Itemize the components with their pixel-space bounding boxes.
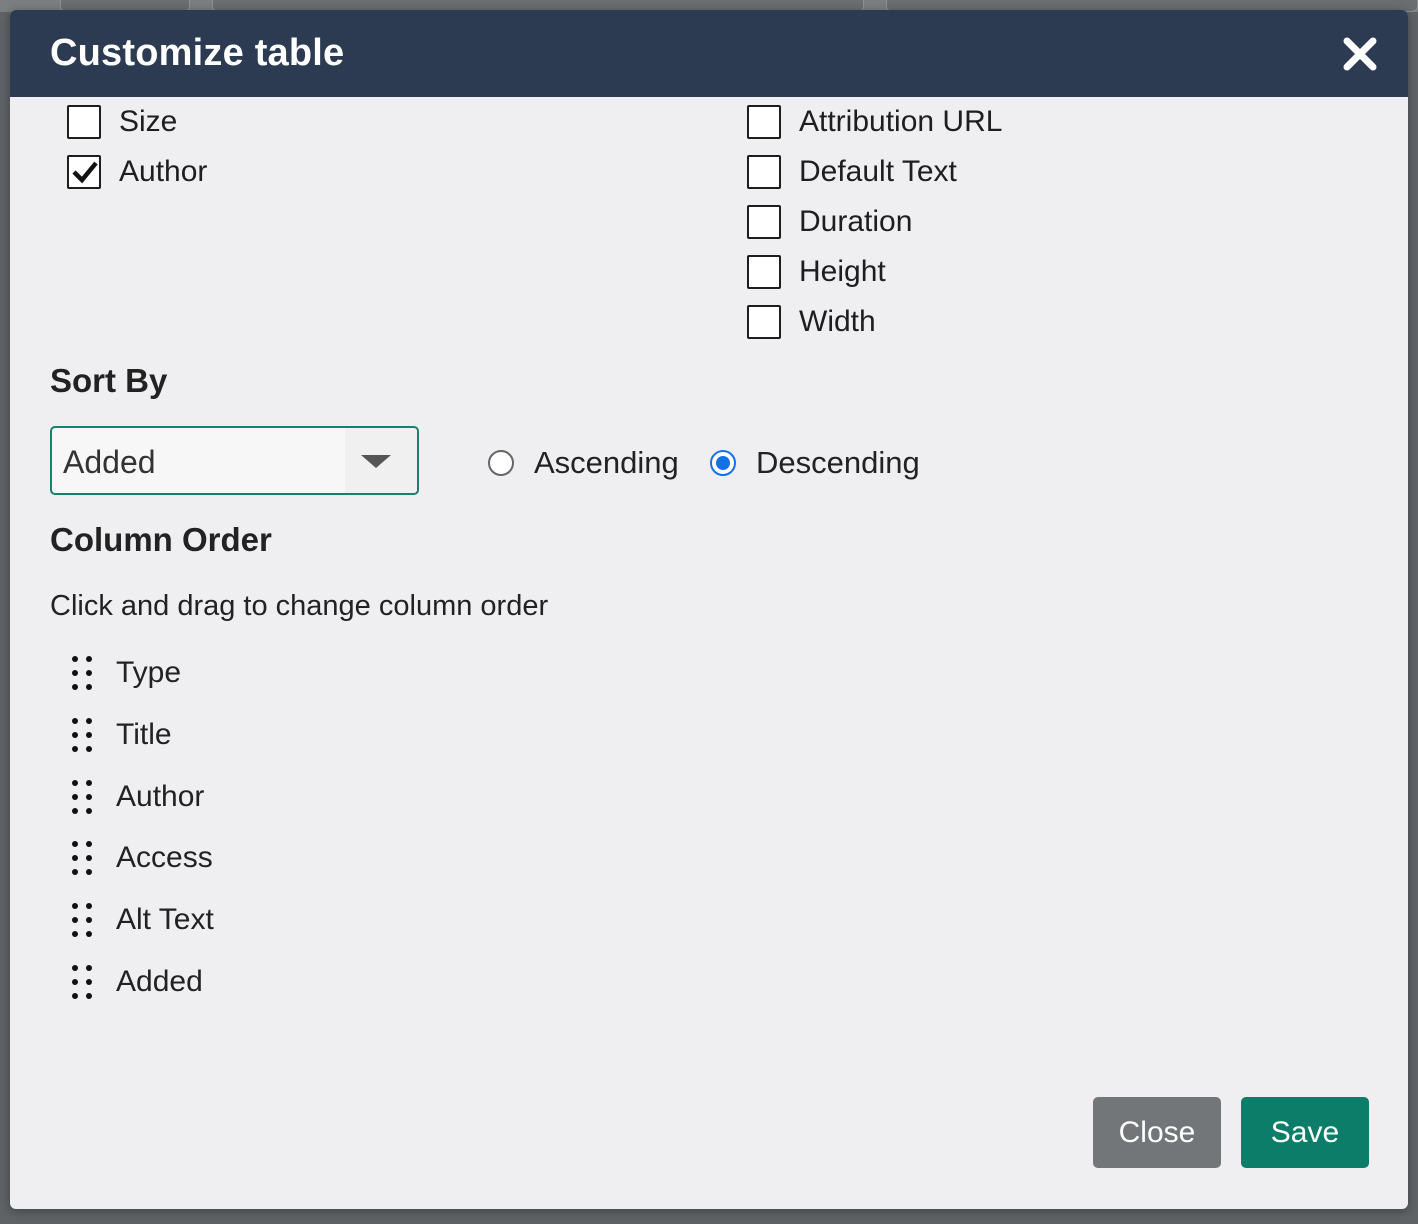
column-name: Added: [116, 965, 203, 998]
radio-label: Descending: [756, 445, 920, 480]
checkbox-label: Attribution URL: [799, 105, 1003, 138]
checkbox[interactable]: [747, 305, 781, 339]
save-button[interactable]: Save: [1241, 1097, 1369, 1168]
sort-descending-option[interactable]: Descending: [710, 443, 920, 483]
column-checkbox-height[interactable]: Height: [747, 252, 886, 292]
dropdown-button[interactable]: [345, 428, 417, 493]
sort-by-heading: Sort By: [50, 362, 168, 399]
column-checkbox-size[interactable]: Size: [67, 102, 177, 142]
checkbox-label: Duration: [799, 205, 913, 238]
checkbox-label: Default Text: [799, 155, 957, 188]
column-checkbox-default-text[interactable]: Default Text: [747, 152, 957, 192]
drag-handle-icon[interactable]: [70, 838, 96, 878]
customize-table-dialog: Customize table Size Author Attribution …: [10, 10, 1408, 1209]
draggable-column-item[interactable]: Title: [70, 711, 172, 759]
column-checkbox-attribution-url[interactable]: Attribution URL: [747, 102, 1002, 142]
checkbox-label: Width: [799, 305, 876, 338]
column-checkbox-width[interactable]: Width: [747, 302, 876, 342]
column-name: Author: [116, 780, 205, 813]
drag-handle-icon[interactable]: [70, 653, 96, 693]
draggable-column-item[interactable]: Alt Text: [70, 896, 214, 944]
sort-by-select[interactable]: Added: [50, 426, 419, 495]
radio-descending-selected[interactable]: [710, 450, 736, 476]
sort-by-selected-value: Added: [63, 444, 156, 480]
draggable-column-item[interactable]: Added: [70, 958, 203, 1006]
column-checkbox-duration[interactable]: Duration: [747, 202, 912, 242]
checkbox[interactable]: [747, 255, 781, 289]
checkbox[interactable]: [67, 105, 101, 139]
checkbox[interactable]: [747, 205, 781, 239]
column-name: Title: [116, 718, 172, 751]
draggable-column-item[interactable]: Access: [70, 834, 213, 882]
close-icon[interactable]: [1340, 34, 1380, 74]
checkbox-label: Size: [119, 105, 178, 138]
drag-handle-icon[interactable]: [70, 777, 96, 817]
checkbox-label: Height: [799, 255, 886, 288]
radio-label: Ascending: [534, 445, 679, 480]
drag-handle-icon[interactable]: [70, 900, 96, 940]
checkbox[interactable]: [747, 155, 781, 189]
checkbox-checked[interactable]: [67, 155, 101, 189]
sort-ascending-option[interactable]: Ascending: [488, 443, 679, 483]
close-button[interactable]: Close: [1093, 1097, 1221, 1168]
column-order-heading: Column Order: [50, 521, 272, 558]
column-order-hint: Click and drag to change column order: [50, 590, 549, 622]
draggable-column-item[interactable]: Type: [70, 649, 181, 697]
column-name: Access: [116, 841, 213, 874]
checkmark-icon: [72, 161, 98, 184]
drag-handle-icon[interactable]: [70, 962, 96, 1002]
column-checkbox-author[interactable]: Author: [67, 152, 207, 192]
radio-ascending[interactable]: [488, 450, 514, 476]
drag-handle-icon[interactable]: [70, 715, 96, 755]
dialog-header: Customize table: [10, 10, 1408, 97]
checkbox-label: Author: [119, 155, 208, 188]
draggable-column-item[interactable]: Author: [70, 773, 204, 821]
chevron-down-icon: [361, 455, 391, 468]
column-name: Type: [116, 656, 182, 689]
dialog-title: Customize table: [50, 32, 345, 74]
column-name: Alt Text: [116, 903, 214, 936]
checkbox[interactable]: [747, 105, 781, 139]
